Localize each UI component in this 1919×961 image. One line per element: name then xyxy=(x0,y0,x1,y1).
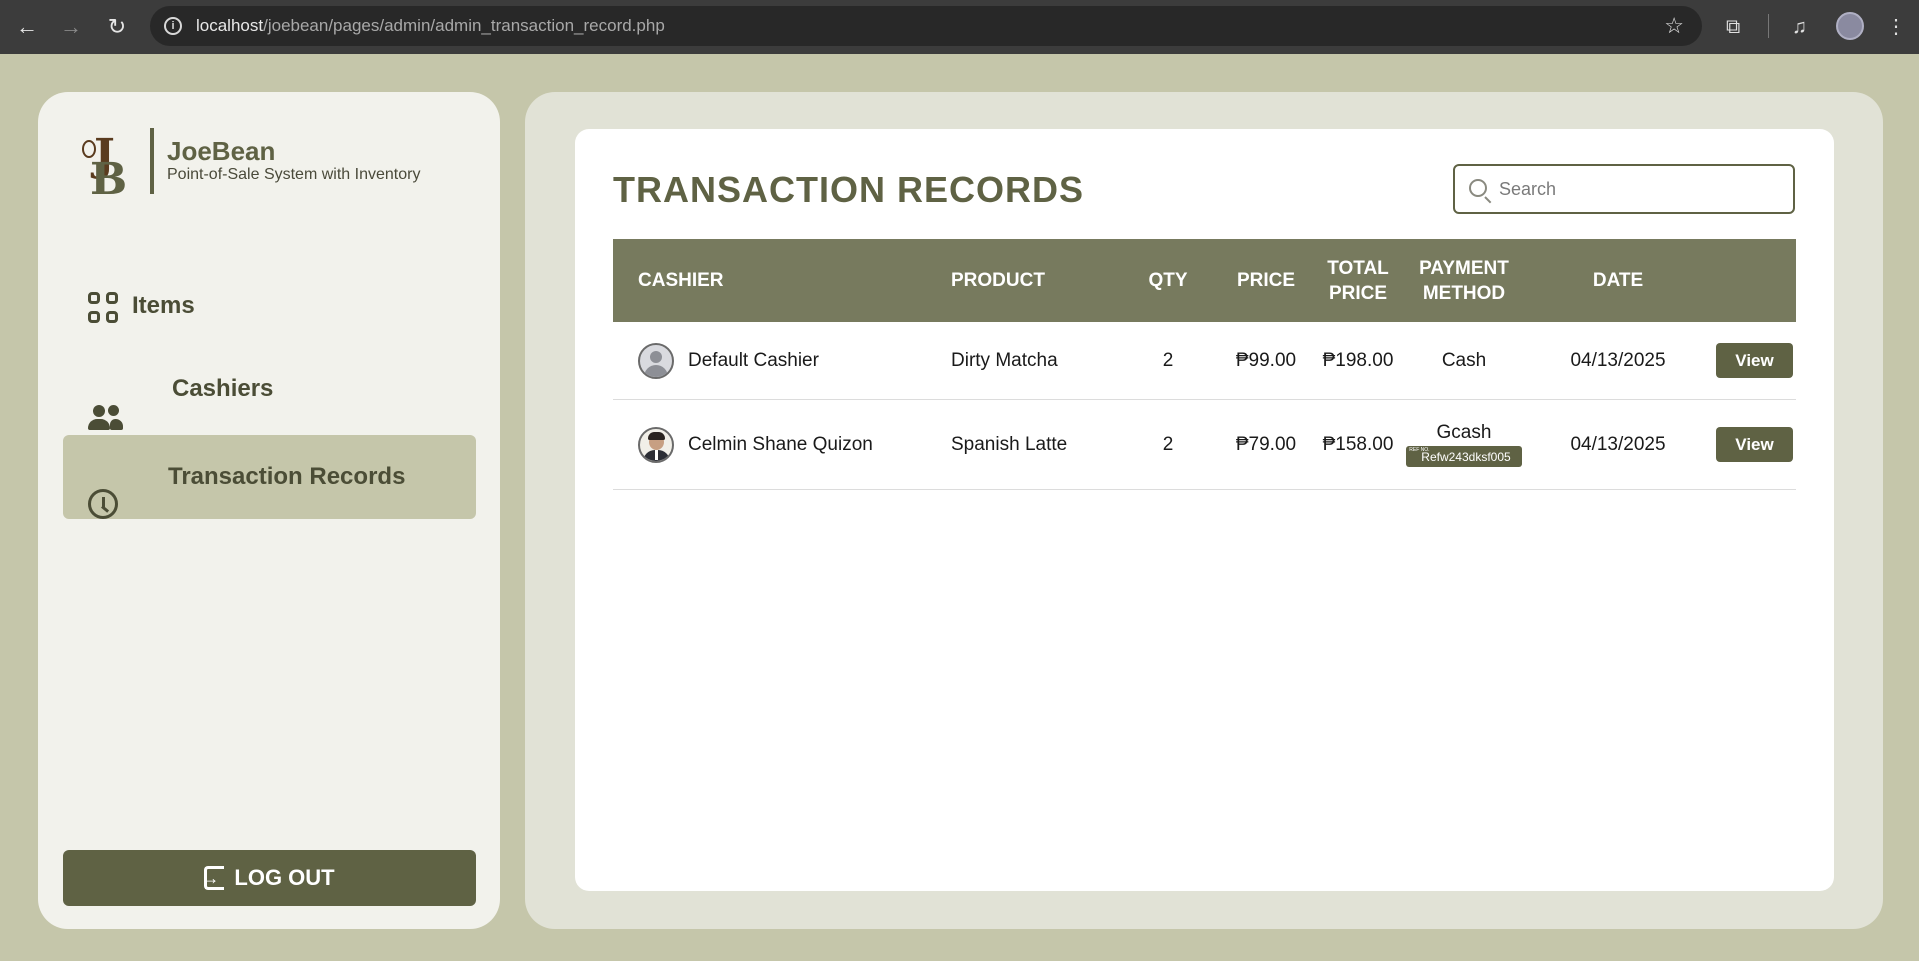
page-title: TRANSACTION RECORDS xyxy=(613,169,1085,210)
sidebar-item-label: Items xyxy=(132,292,195,319)
sidebar-item-items[interactable]: Items xyxy=(63,264,476,348)
total-price-cell: ₱158.00 xyxy=(1322,433,1394,455)
view-button[interactable]: View xyxy=(1716,343,1793,378)
menu-kebab-icon[interactable]: ⋮ xyxy=(1886,12,1906,42)
table-row: Default Cashier Dirty Matcha 2 ₱99.00 ₱1… xyxy=(613,322,1796,400)
price-cell: ₱79.00 xyxy=(1235,433,1297,455)
cashier-avatar xyxy=(638,342,674,379)
logout-icon xyxy=(201,866,225,890)
view-button[interactable]: View xyxy=(1716,427,1793,462)
sidebar: J B JoeBean Point-of-Sale System with In… xyxy=(38,92,500,929)
product-cell: Dirty Matcha xyxy=(951,349,1058,371)
cashier-name: Celmin Shane Quizon xyxy=(688,433,873,455)
browser-toolbar: ← → ↻ i localhost/joebean/pages/admin/ad… xyxy=(0,0,1919,54)
date-cell: 04/13/2025 xyxy=(1570,433,1666,455)
column-header-date: DATE xyxy=(1592,270,1644,291)
qty-cell: 2 xyxy=(1162,349,1174,371)
records-card: TRANSACTION RECORDS CASHIER PRODUCT QTY … xyxy=(575,129,1834,891)
toolbar-divider xyxy=(1768,14,1769,38)
bookmark-star-icon[interactable]: ☆ xyxy=(1664,13,1684,39)
forward-arrow-icon[interactable]: → xyxy=(56,12,86,42)
table-header: CASHIER PRODUCT QTY PRICE TOTAL PRICE PA… xyxy=(613,239,1796,322)
column-header-cashier: CASHIER xyxy=(638,270,724,291)
users-icon xyxy=(88,405,123,433)
brand-name: JoeBean xyxy=(167,136,276,166)
table-row: Celmin Shane Quizon Spanish Latte 2 ₱79.… xyxy=(613,400,1796,490)
total-price-cell: ₱198.00 xyxy=(1322,349,1394,371)
cashier-cell: Celmin Shane Quizon xyxy=(638,400,948,489)
logout-button[interactable]: LOG OUT xyxy=(63,850,476,906)
site-info-icon[interactable]: i xyxy=(164,17,182,35)
brand-subtitle: Point-of-Sale System with Inventory xyxy=(167,166,421,183)
product-cell: Spanish Latte xyxy=(951,433,1068,455)
column-header-price: PRICE xyxy=(1236,270,1296,291)
date-cell: 04/13/2025 xyxy=(1570,349,1666,371)
action-cell: View xyxy=(1713,322,1796,399)
payment-method-cell: Gcash REF NO. Refw243dksf005 xyxy=(1405,400,1523,489)
column-header-payment-method: PAYMENT METHOD xyxy=(1419,257,1509,304)
address-url: localhost/joebean/pages/admin/admin_tran… xyxy=(196,16,665,35)
cashier-cell: Default Cashier xyxy=(638,322,948,399)
clock-icon xyxy=(88,489,118,519)
cashier-avatar xyxy=(638,426,674,463)
qty-cell: 2 xyxy=(1162,433,1174,455)
payment-method-cell: Cash xyxy=(1441,349,1487,371)
profile-avatar[interactable] xyxy=(1836,12,1864,40)
reference-number-badge: REF NO. Refw243dksf005 xyxy=(1406,446,1522,467)
column-header-total-price: TOTAL PRICE xyxy=(1327,257,1389,304)
search-box[interactable] xyxy=(1453,164,1795,214)
column-header-product: PRODUCT xyxy=(951,270,1045,291)
action-cell: View xyxy=(1713,400,1796,489)
sidebar-item-cashiers[interactable]: Cashiers xyxy=(63,347,476,431)
price-cell: ₱99.00 xyxy=(1235,349,1297,371)
brand-divider xyxy=(150,128,154,194)
sidebar-item-label: Cashiers xyxy=(172,375,274,402)
sidebar-item-transaction-records[interactable]: Transaction Records xyxy=(63,435,476,519)
address-bar[interactable]: i localhost/joebean/pages/admin/admin_tr… xyxy=(150,6,1702,46)
joebean-logo: J B xyxy=(82,130,132,205)
column-header-qty: QTY xyxy=(1148,270,1188,291)
search-input[interactable] xyxy=(1499,174,1779,204)
extensions-icon[interactable]: ⧉ xyxy=(1726,12,1740,42)
cashier-name: Default Cashier xyxy=(688,349,819,371)
payment-method-label: Gcash xyxy=(1436,422,1492,443)
reload-icon[interactable]: ↻ xyxy=(102,12,132,42)
reference-label: REF NO. xyxy=(1409,447,1430,453)
search-icon xyxy=(1469,179,1487,197)
grid-icon xyxy=(88,292,118,324)
back-arrow-icon[interactable]: ← xyxy=(12,12,42,42)
media-control-icon[interactable]: ♫ xyxy=(1792,12,1807,42)
sidebar-item-label: Transaction Records xyxy=(168,463,406,490)
main-panel: TRANSACTION RECORDS CASHIER PRODUCT QTY … xyxy=(525,92,1883,929)
reference-number: Refw243dksf005 xyxy=(1421,450,1511,464)
